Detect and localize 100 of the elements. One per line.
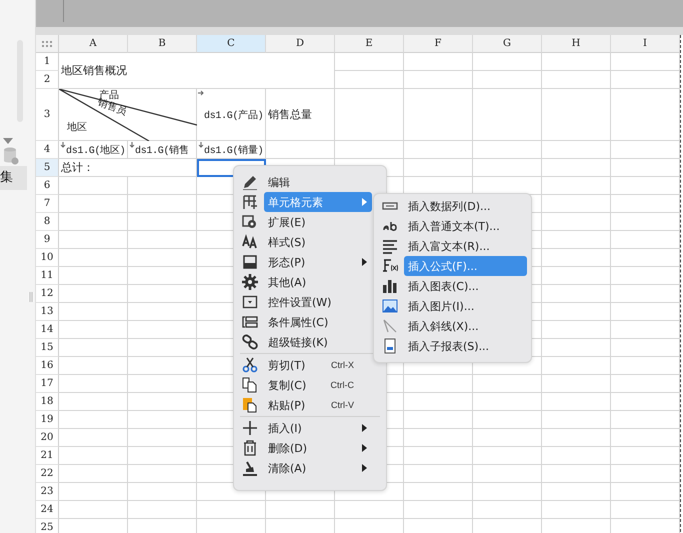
splitter-handle[interactable] (29, 292, 33, 302)
table-cell[interactable] (59, 267, 128, 285)
row-header[interactable]: 3 (36, 89, 59, 141)
table-cell[interactable] (59, 465, 128, 483)
table-cell[interactable] (128, 231, 197, 249)
column-header[interactable]: H (542, 35, 611, 53)
table-cell[interactable] (611, 465, 680, 483)
table-cell[interactable] (611, 411, 680, 429)
menu-item[interactable]: 编辑 (264, 172, 372, 192)
table-cell[interactable]: ds1.G(产品) (197, 89, 266, 141)
table-cell[interactable] (611, 339, 680, 357)
table-cell[interactable] (59, 447, 128, 465)
table-cell[interactable] (59, 303, 128, 321)
table-cell[interactable] (128, 195, 197, 213)
row-header[interactable]: 19 (36, 411, 59, 429)
row-header[interactable]: 2 (36, 71, 59, 89)
table-cell[interactable] (128, 339, 197, 357)
table-cell[interactable] (473, 71, 542, 89)
table-cell[interactable]: ds1.G(销售 (128, 141, 197, 159)
menu-item[interactable]: 插入子报表(S)... (404, 336, 527, 356)
row-header[interactable]: 8 (36, 213, 59, 231)
menu-item[interactable]: 插入数据列(D)... (404, 196, 527, 216)
menu-item[interactable]: 插入斜线(X)... (404, 316, 527, 336)
table-cell[interactable] (542, 375, 611, 393)
table-cell[interactable] (542, 249, 611, 267)
table-cell[interactable] (404, 429, 473, 447)
table-cell[interactable] (473, 411, 542, 429)
menu-item[interactable]: 删除(D) (264, 438, 372, 458)
table-cell[interactable] (59, 321, 128, 339)
table-cell[interactable] (473, 465, 542, 483)
menu-item[interactable]: 插入图片(I)... (404, 296, 527, 316)
table-cell[interactable] (59, 339, 128, 357)
table-cell[interactable] (128, 393, 197, 411)
table-cell[interactable] (611, 195, 680, 213)
row-header[interactable]: 11 (36, 267, 59, 285)
table-cell[interactable] (542, 483, 611, 501)
table-cell[interactable] (611, 213, 680, 231)
table-cell[interactable] (611, 89, 680, 141)
table-cell[interactable] (59, 429, 128, 447)
table-cell[interactable] (542, 231, 611, 249)
table-cell[interactable] (59, 213, 128, 231)
table-cell[interactable] (128, 501, 197, 519)
database-icon[interactable] (3, 147, 19, 165)
table-cell[interactable] (611, 141, 680, 159)
row-header[interactable]: 16 (36, 357, 59, 375)
row-header[interactable]: 13 (36, 303, 59, 321)
table-cell[interactable] (473, 141, 542, 159)
menu-item[interactable]: 超级链接(K) (264, 332, 372, 352)
table-cell[interactable] (542, 71, 611, 89)
menu-item[interactable]: 插入(I) (264, 418, 372, 438)
row-header[interactable]: 12 (36, 285, 59, 303)
table-cell[interactable] (404, 411, 473, 429)
table-cell[interactable] (128, 375, 197, 393)
table-cell[interactable] (542, 501, 611, 519)
row-header[interactable]: 4 (36, 141, 59, 159)
row-header[interactable]: 9 (36, 231, 59, 249)
table-cell[interactable] (473, 483, 542, 501)
table-cell[interactable] (611, 159, 680, 177)
menu-item[interactable]: 形态(P) (264, 252, 372, 272)
table-cell[interactable] (542, 213, 611, 231)
table-cell[interactable] (59, 483, 128, 501)
table-cell[interactable] (542, 357, 611, 375)
table-cell[interactable] (542, 447, 611, 465)
table-cell[interactable] (128, 411, 197, 429)
table-cell[interactable] (542, 89, 611, 141)
table-cell[interactable] (611, 375, 680, 393)
table-cell[interactable] (404, 71, 473, 89)
table-cell[interactable] (542, 465, 611, 483)
column-header[interactable]: C (197, 35, 266, 53)
row-header[interactable]: 7 (36, 195, 59, 213)
table-cell[interactable] (404, 447, 473, 465)
table-cell[interactable] (128, 285, 197, 303)
table-cell[interactable] (542, 429, 611, 447)
table-cell[interactable] (542, 177, 611, 195)
menu-item[interactable]: 条件属性(C) (264, 312, 372, 332)
table-cell[interactable] (59, 411, 128, 429)
table-cell[interactable] (611, 321, 680, 339)
table-cell[interactable] (266, 141, 335, 159)
table-cell[interactable] (128, 357, 197, 375)
table-cell[interactable] (611, 393, 680, 411)
table-cell[interactable] (128, 303, 197, 321)
table-cell[interactable] (542, 267, 611, 285)
table-cell[interactable] (59, 195, 128, 213)
select-all-icon[interactable] (42, 40, 52, 46)
table-cell[interactable] (611, 501, 680, 519)
table-cell[interactable] (59, 249, 128, 267)
table-cell[interactable] (473, 447, 542, 465)
column-header[interactable]: G (473, 35, 542, 53)
row-header[interactable]: 23 (36, 483, 59, 501)
menu-item[interactable]: 控件设置(W) (264, 292, 372, 312)
table-cell[interactable] (404, 375, 473, 393)
table-cell[interactable] (611, 71, 680, 89)
table-cell[interactable] (59, 501, 128, 519)
table-cell[interactable] (335, 501, 404, 519)
table-cell[interactable] (473, 53, 542, 71)
table-cell[interactable] (335, 141, 404, 159)
table-cell[interactable] (128, 249, 197, 267)
menu-item[interactable]: 清除(A) (264, 458, 372, 478)
table-cell[interactable] (542, 195, 611, 213)
table-cell[interactable] (59, 231, 128, 249)
